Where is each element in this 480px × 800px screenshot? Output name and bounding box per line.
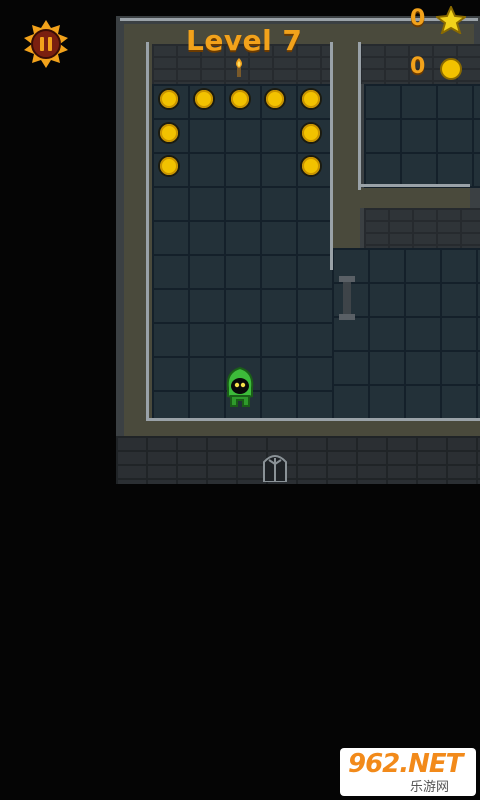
pause-icon: [24, 20, 68, 68]
star-icon: [434, 4, 468, 38]
wall-edge-right-top: [360, 184, 470, 187]
coin: [160, 157, 178, 175]
coin: [160, 124, 178, 142]
coin: [266, 90, 284, 108]
room-floor-lower-right: [332, 248, 480, 420]
wall-edge-middle-right: [358, 42, 361, 190]
corridor-right: [360, 188, 470, 208]
coin: [231, 90, 249, 108]
level-title: Level 7: [186, 24, 303, 57]
coin: [160, 90, 178, 108]
torch-icon: [232, 58, 246, 78]
coin: [302, 157, 320, 175]
wall-edge-left: [146, 42, 149, 418]
pause-button[interactable]: [22, 20, 70, 68]
watermark-brand: 962.NET: [348, 749, 463, 779]
coin: [302, 124, 320, 142]
coins-count: 0: [410, 54, 426, 79]
door-icon[interactable]: [262, 450, 288, 483]
coin: [302, 90, 320, 108]
corridor-middle: [332, 24, 360, 274]
wall-edge-middle-left: [330, 42, 333, 270]
hero-character[interactable]: [222, 366, 258, 410]
hooded-hero-icon: [226, 366, 254, 407]
corridor-bottom: [124, 420, 480, 436]
pillar-icon: [336, 276, 358, 320]
room-floor-upper-right: [364, 84, 480, 188]
wall-edge-bottom: [146, 418, 480, 421]
coin-icon: [440, 58, 462, 84]
bottom-wall: [116, 436, 480, 484]
watermark-sub: 乐游网: [410, 780, 450, 795]
dungeon-map: [116, 16, 480, 484]
brick-wall-right: [364, 208, 480, 248]
stars-count: 0: [410, 6, 426, 31]
coin: [195, 90, 213, 108]
watermark-logo: 962.NET 乐游网: [340, 748, 476, 796]
